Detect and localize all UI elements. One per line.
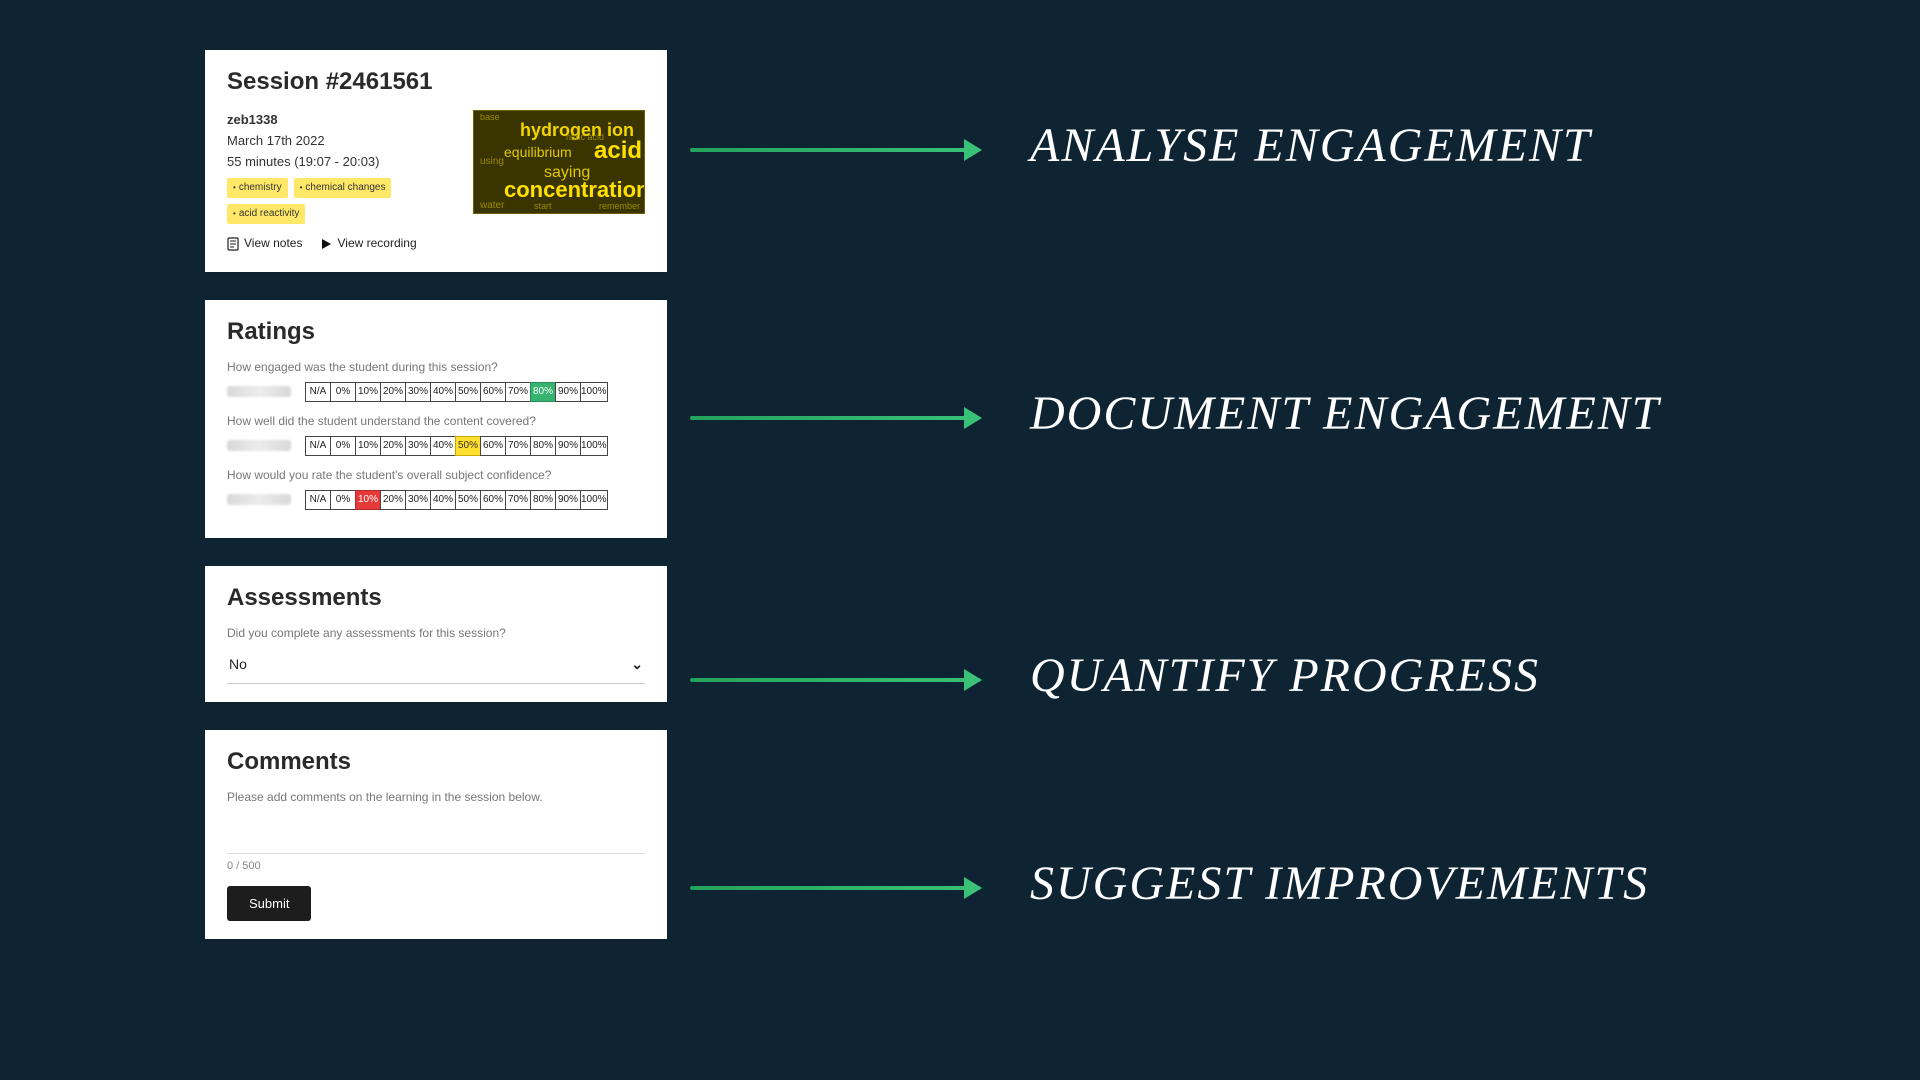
- assessments-question: Did you complete any assessments for thi…: [227, 626, 645, 640]
- assessments-select[interactable]: No ⌄: [227, 650, 645, 684]
- chevron-down-icon: ⌄: [631, 656, 643, 673]
- scale-cell[interactable]: N/A: [305, 490, 331, 510]
- scale-cell[interactable]: 80%: [530, 382, 556, 402]
- session-username: zeb1338: [227, 110, 473, 131]
- scale-cell[interactable]: 20%: [380, 382, 406, 402]
- tag-chemical-changes[interactable]: chemical changes: [294, 178, 392, 198]
- rater-name-blurred: [227, 494, 291, 505]
- wc-remember: remember: [599, 202, 640, 211]
- scale-cell[interactable]: 40%: [430, 490, 456, 510]
- arrow-quantify: [690, 678, 980, 682]
- scale-cell[interactable]: 30%: [405, 382, 431, 402]
- wc-equilibrium: equilibrium: [504, 145, 572, 159]
- session-tags: chemistry chemical changes acid reactivi…: [227, 178, 473, 224]
- scale-cell[interactable]: 20%: [380, 436, 406, 456]
- scale-cell[interactable]: 80%: [530, 436, 556, 456]
- scale-cell[interactable]: 10%: [355, 382, 381, 402]
- callout-suggest: SUGGEST IMPROVEMENTS: [1030, 856, 1649, 911]
- comments-counter: 0 / 500: [227, 860, 645, 872]
- scale-cell[interactable]: 100%: [580, 490, 608, 510]
- wc-acid: acid: [594, 139, 642, 163]
- wc-concentration: concentration: [504, 179, 645, 201]
- arrow-suggest: [690, 886, 980, 890]
- comments-title: Comments: [227, 748, 645, 776]
- wordcloud: base hydrogen ion nitric acid equilibriu…: [473, 110, 645, 214]
- scale-q3[interactable]: N/A0%10%20%30%40%50%60%70%80%90%100%: [305, 490, 608, 510]
- assessments-title: Assessments: [227, 584, 645, 612]
- wc-start: start: [534, 202, 552, 211]
- scale-cell[interactable]: 0%: [330, 382, 356, 402]
- scale-cell[interactable]: N/A: [305, 382, 331, 402]
- play-icon: [320, 238, 332, 250]
- comments-prompt: Please add comments on the learning in t…: [227, 790, 645, 804]
- comments-textarea[interactable]: [227, 808, 645, 854]
- ratings-title: Ratings: [227, 318, 645, 346]
- arrow-document: [690, 416, 980, 420]
- ratings-card: Ratings How engaged was the student duri…: [205, 300, 667, 538]
- rater-name-blurred: [227, 386, 291, 397]
- scale-cell[interactable]: 100%: [580, 382, 608, 402]
- scale-cell[interactable]: 60%: [480, 436, 506, 456]
- session-duration: 55 minutes (19:07 - 20:03): [227, 152, 473, 173]
- view-notes-link[interactable]: View notes: [227, 234, 302, 253]
- scale-cell[interactable]: 0%: [330, 436, 356, 456]
- scale-cell[interactable]: 90%: [555, 382, 581, 402]
- scale-cell[interactable]: 70%: [505, 436, 531, 456]
- scale-cell[interactable]: 50%: [455, 436, 481, 456]
- session-date: March 17th 2022: [227, 131, 473, 152]
- session-meta: zeb1338 March 17th 2022 55 minutes (19:0…: [227, 110, 473, 254]
- scale-cell[interactable]: 30%: [405, 490, 431, 510]
- scale-cell[interactable]: N/A: [305, 436, 331, 456]
- scale-cell[interactable]: 70%: [505, 382, 531, 402]
- scale-q2[interactable]: N/A0%10%20%30%40%50%60%70%80%90%100%: [305, 436, 608, 456]
- scale-q1[interactable]: N/A0%10%20%30%40%50%60%70%80%90%100%: [305, 382, 608, 402]
- notes-icon: [227, 237, 239, 251]
- scale-cell[interactable]: 10%: [355, 436, 381, 456]
- tag-acid-reactivity[interactable]: acid reactivity: [227, 204, 305, 224]
- ratings-q3: How would you rate the student's overall…: [227, 468, 645, 482]
- scale-cell[interactable]: 60%: [480, 490, 506, 510]
- rater-name-blurred: [227, 440, 291, 451]
- assessments-card: Assessments Did you complete any assessm…: [205, 566, 667, 702]
- scale-cell[interactable]: 90%: [555, 490, 581, 510]
- wc-water: water: [480, 201, 504, 211]
- wc-using: using: [480, 157, 504, 167]
- ratings-q2: How well did the student understand the …: [227, 414, 645, 428]
- scale-cell[interactable]: 10%: [355, 490, 381, 510]
- arrow-analyse: [690, 148, 980, 152]
- scale-cell[interactable]: 50%: [455, 382, 481, 402]
- assessments-value: No: [229, 656, 247, 672]
- tag-chemistry[interactable]: chemistry: [227, 178, 288, 198]
- callout-document: DOCUMENT ENGAGEMENT: [1030, 386, 1660, 441]
- scale-cell[interactable]: 40%: [430, 382, 456, 402]
- wc-base: base: [480, 113, 500, 122]
- scale-cell[interactable]: 30%: [405, 436, 431, 456]
- scale-cell[interactable]: 90%: [555, 436, 581, 456]
- session-card: Session #2461561 zeb1338 March 17th 2022…: [205, 50, 667, 272]
- ratings-q1: How engaged was the student during this …: [227, 360, 645, 374]
- view-recording-link[interactable]: View recording: [320, 234, 416, 253]
- session-title: Session #2461561: [227, 68, 645, 96]
- view-recording-label: View recording: [337, 234, 416, 253]
- scale-cell[interactable]: 80%: [530, 490, 556, 510]
- scale-cell[interactable]: 0%: [330, 490, 356, 510]
- scale-cell[interactable]: 100%: [580, 436, 608, 456]
- scale-cell[interactable]: 50%: [455, 490, 481, 510]
- view-notes-label: View notes: [244, 234, 302, 253]
- scale-cell[interactable]: 40%: [430, 436, 456, 456]
- callout-analyse: ANALYSE ENGAGEMENT: [1030, 118, 1592, 173]
- scale-cell[interactable]: 70%: [505, 490, 531, 510]
- callout-quantify: QUANTIFY PROGRESS: [1030, 648, 1540, 703]
- scale-cell[interactable]: 20%: [380, 490, 406, 510]
- submit-button[interactable]: Submit: [227, 886, 311, 921]
- scale-cell[interactable]: 60%: [480, 382, 506, 402]
- comments-card: Comments Please add comments on the lear…: [205, 730, 667, 939]
